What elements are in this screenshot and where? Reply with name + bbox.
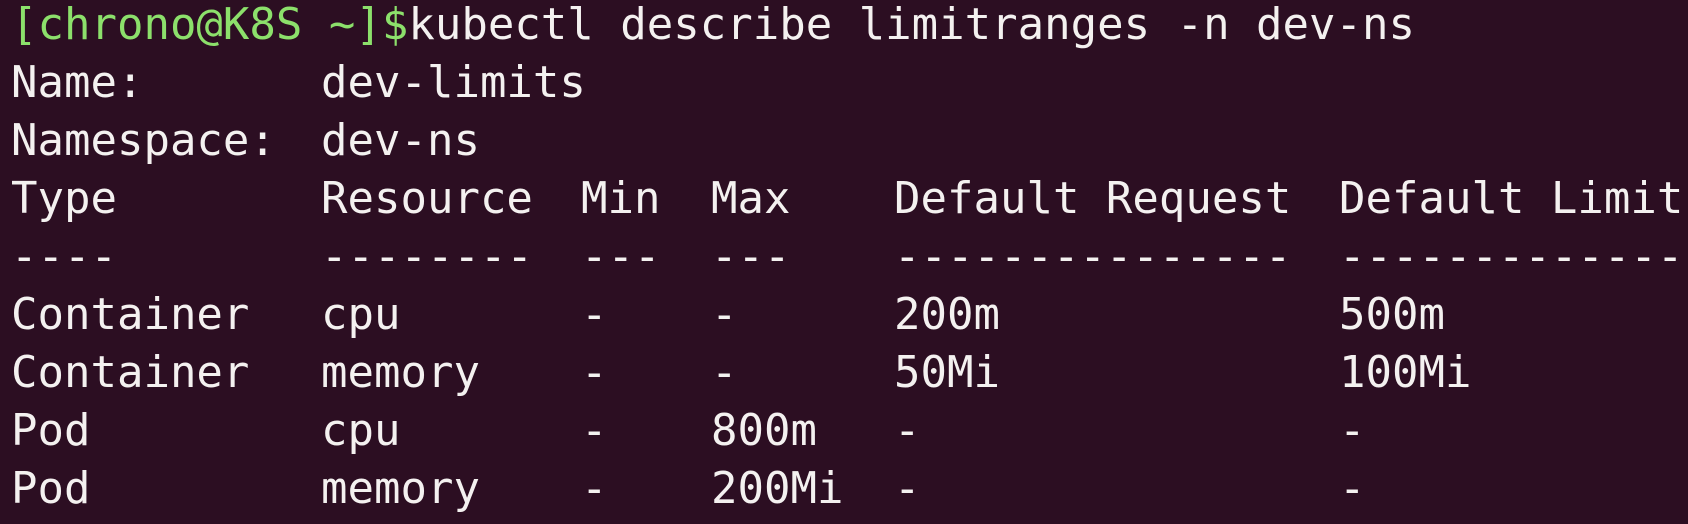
cell-type: Pod (11, 405, 91, 456)
table-header-row: Type Resource Min Max Default Request De… (11, 170, 1688, 228)
shell-prompt: [chrono@K8S ~]$ (11, 0, 409, 50)
name-value: dev-limits (321, 57, 586, 108)
header-min: Min (581, 173, 661, 224)
cell-max: - (711, 347, 738, 398)
namespace-label: Namespace: (11, 115, 276, 166)
cell-type: Container (11, 289, 250, 340)
separator-resource: -------- (321, 231, 533, 282)
cell-default-request: - (894, 405, 921, 456)
cell-max: 200Mi (711, 463, 844, 514)
cell-default-request: 50Mi (894, 347, 1000, 398)
header-default-limit: Default Limit (1339, 173, 1684, 224)
cell-default-limit: - (1339, 463, 1366, 514)
table-row: Pod memory - 200Mi - - (11, 460, 1688, 518)
cell-min: - (581, 463, 608, 514)
separator-default-request: --------------- (894, 231, 1292, 282)
header-type: Type (11, 173, 117, 224)
header-resource: Resource (321, 173, 533, 224)
namespace-line: Namespace: dev-ns (11, 112, 1688, 170)
header-max: Max (711, 173, 791, 224)
terminal-window[interactable]: [chrono@K8S ~]$kubectl describe limitran… (0, 0, 1688, 520)
header-default-request: Default Request (894, 173, 1292, 224)
cell-resource: cpu (321, 289, 401, 340)
namespace-value: dev-ns (321, 115, 480, 166)
cell-default-request: - (894, 463, 921, 514)
cell-resource: memory (321, 463, 480, 514)
cell-type: Pod (11, 463, 91, 514)
cell-default-limit: - (1339, 405, 1366, 456)
cell-min: - (581, 347, 608, 398)
separator-max: --- (711, 231, 791, 282)
cell-type: Container (11, 347, 250, 398)
cell-max: 800m (711, 405, 817, 456)
table-row: Container cpu - - 200m 500m (11, 286, 1688, 344)
table-row: Container memory - - 50Mi 100Mi (11, 344, 1688, 402)
command-text: kubectl describe limitranges -n dev-ns (408, 0, 1415, 50)
cell-min: - (581, 405, 608, 456)
cell-default-limit: 100Mi (1339, 347, 1472, 398)
cell-default-request: 200m (894, 289, 1000, 340)
cell-resource: memory (321, 347, 480, 398)
separator-type: ---- (11, 231, 117, 282)
command-line: [chrono@K8S ~]$kubectl describe limitran… (11, 0, 1688, 54)
cell-max: - (711, 289, 738, 340)
cell-resource: cpu (321, 405, 401, 456)
name-label: Name: (11, 57, 144, 108)
table-separator-row: ---- -------- --- --- --------------- --… (11, 228, 1688, 286)
table-row: Pod cpu - 800m - - (11, 402, 1688, 460)
separator-default-limit: ------------- (1339, 231, 1684, 282)
separator-min: --- (581, 231, 661, 282)
cell-min: - (581, 289, 608, 340)
cell-default-limit: 500m (1339, 289, 1445, 340)
name-line: Name: dev-limits (11, 54, 1688, 112)
